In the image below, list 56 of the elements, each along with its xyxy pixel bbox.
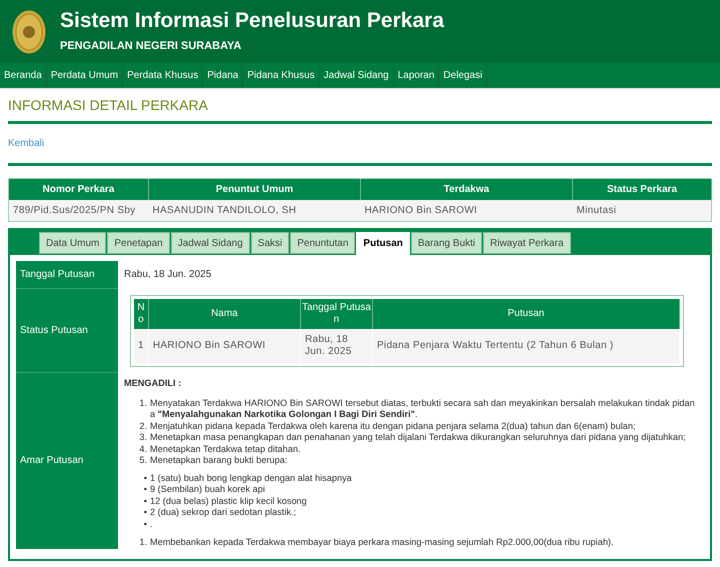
list-marker: • — [142, 507, 148, 519]
site-title: Sistem Informasi Penelusuran Perkara — [60, 8, 444, 34]
nav-link[interactable]: Beranda — [0, 63, 47, 88]
tab[interactable]: Riwayat Perkara — [483, 232, 570, 254]
list-marker: 4. — [138, 444, 148, 456]
table-cell: Rabu, 18 Jun. 2025 — [300, 329, 372, 363]
tab[interactable]: Jadwal Sidang — [170, 232, 250, 254]
list-marker: • — [142, 518, 148, 530]
list-marker: • — [142, 496, 148, 508]
list-text: 12 (dua belas) plastic klip kecil kosong — [150, 496, 307, 508]
back-link[interactable]: Kembali — [8, 136, 44, 151]
list-text: Menjatuhkan pidana kepada Terdakwa oleh karena itu dengan pidana penjara selama 2(dua) tahun dan 6(enam) bulan; — [150, 420, 636, 432]
list-marker: 3. — [138, 432, 148, 444]
list-text: Menetapkan masa penangkapan dan penahanan yang telah dijalani Terdakwa dikurangkan seluruhnya dari pidana yang dijatuhkan; — [150, 432, 686, 444]
field-label: Status Putusan — [16, 289, 118, 373]
table-cell: HASANUDIN TANDILOLO, SH — [148, 200, 360, 222]
list-marker: • — [142, 484, 148, 496]
list-marker: 5. — [138, 455, 148, 467]
list-marker: 2. — [138, 420, 148, 432]
verdict-heading: MENGADILI : — [124, 377, 182, 390]
table-cell: Pidana Penjara Waktu Tertentu (2 Tahun 6 Bulan ) — [372, 329, 680, 363]
nav-link[interactable]: Jadwal Sidang — [320, 63, 394, 88]
field-label: Tanggal Putusan — [16, 261, 118, 289]
nav-link[interactable]: Perdata Khusus — [123, 63, 204, 88]
table-cell: HARIONO Bin SAROWI — [360, 200, 572, 222]
page-title: INFORMASI DETAIL PERKARA — [8, 96, 209, 115]
table-cell: 1 — [134, 329, 148, 363]
list-text: Menetapkan barang bukti berupa: — [150, 455, 288, 467]
tab[interactable]: Barang Bukti — [410, 232, 482, 254]
list-marker: 1. — [138, 398, 148, 410]
table-cell: HARIONO Bin SAROWI — [148, 329, 300, 363]
tab[interactable]: Penuntutan — [290, 232, 356, 254]
field-label: Amar Putusan — [16, 373, 118, 549]
list-text: Membebankan kepada Terdakwa membayar biaya perkara masing-masing sejumlah Rp2.000,00(dua ribu rupiah). — [150, 537, 614, 549]
nav-link[interactable]: Perdata Umum — [46, 63, 124, 88]
list-text: . — [150, 518, 153, 530]
list-text: 2 (dua) sekrop dari sedotan plastik.; — [150, 507, 296, 519]
list-text: Menyatakan Terdakwa HARIONO Bin SAROWI tersebut diatas, terbukti secara sah dan meyakinkan bersalah melakukan tindak pidana "Menyalahgunakan Narkotika Golongan I Bagi Diri Sendiri". — [150, 398, 696, 421]
tab[interactable]: Penetapan — [107, 232, 170, 254]
list-marker: • — [142, 472, 148, 484]
tab[interactable]: Saksi — [250, 232, 290, 254]
nav-link[interactable]: Pidana — [203, 63, 244, 88]
tab[interactable]: Putusan — [356, 232, 410, 255]
table-cell: 789/Pid.Sus/2025/PN Sby — [8, 200, 148, 222]
list-text: 9 (Sembilan) buah korek api — [150, 484, 265, 496]
tab[interactable]: Data Umum — [39, 232, 106, 254]
list-text: 1 (satu) buah bong lengkap dengan alat hisapnya — [150, 472, 352, 484]
table-cell: Minutasi — [572, 200, 712, 222]
nav-link[interactable]: Delegasi — [439, 63, 488, 88]
nav-link[interactable]: Pidana Khusus — [243, 63, 320, 88]
nav-link[interactable]: Laporan — [394, 63, 440, 88]
list-text: Menetapkan Terdakwa tetap ditahan. — [150, 444, 301, 456]
decision-date: Rabu, 18 Jun. 2025 — [123, 268, 212, 282]
court-seal-icon — [12, 10, 46, 54]
list-marker: 1. — [138, 537, 148, 549]
court-name: PENGADILAN NEGERI SURABAYA — [60, 39, 242, 54]
